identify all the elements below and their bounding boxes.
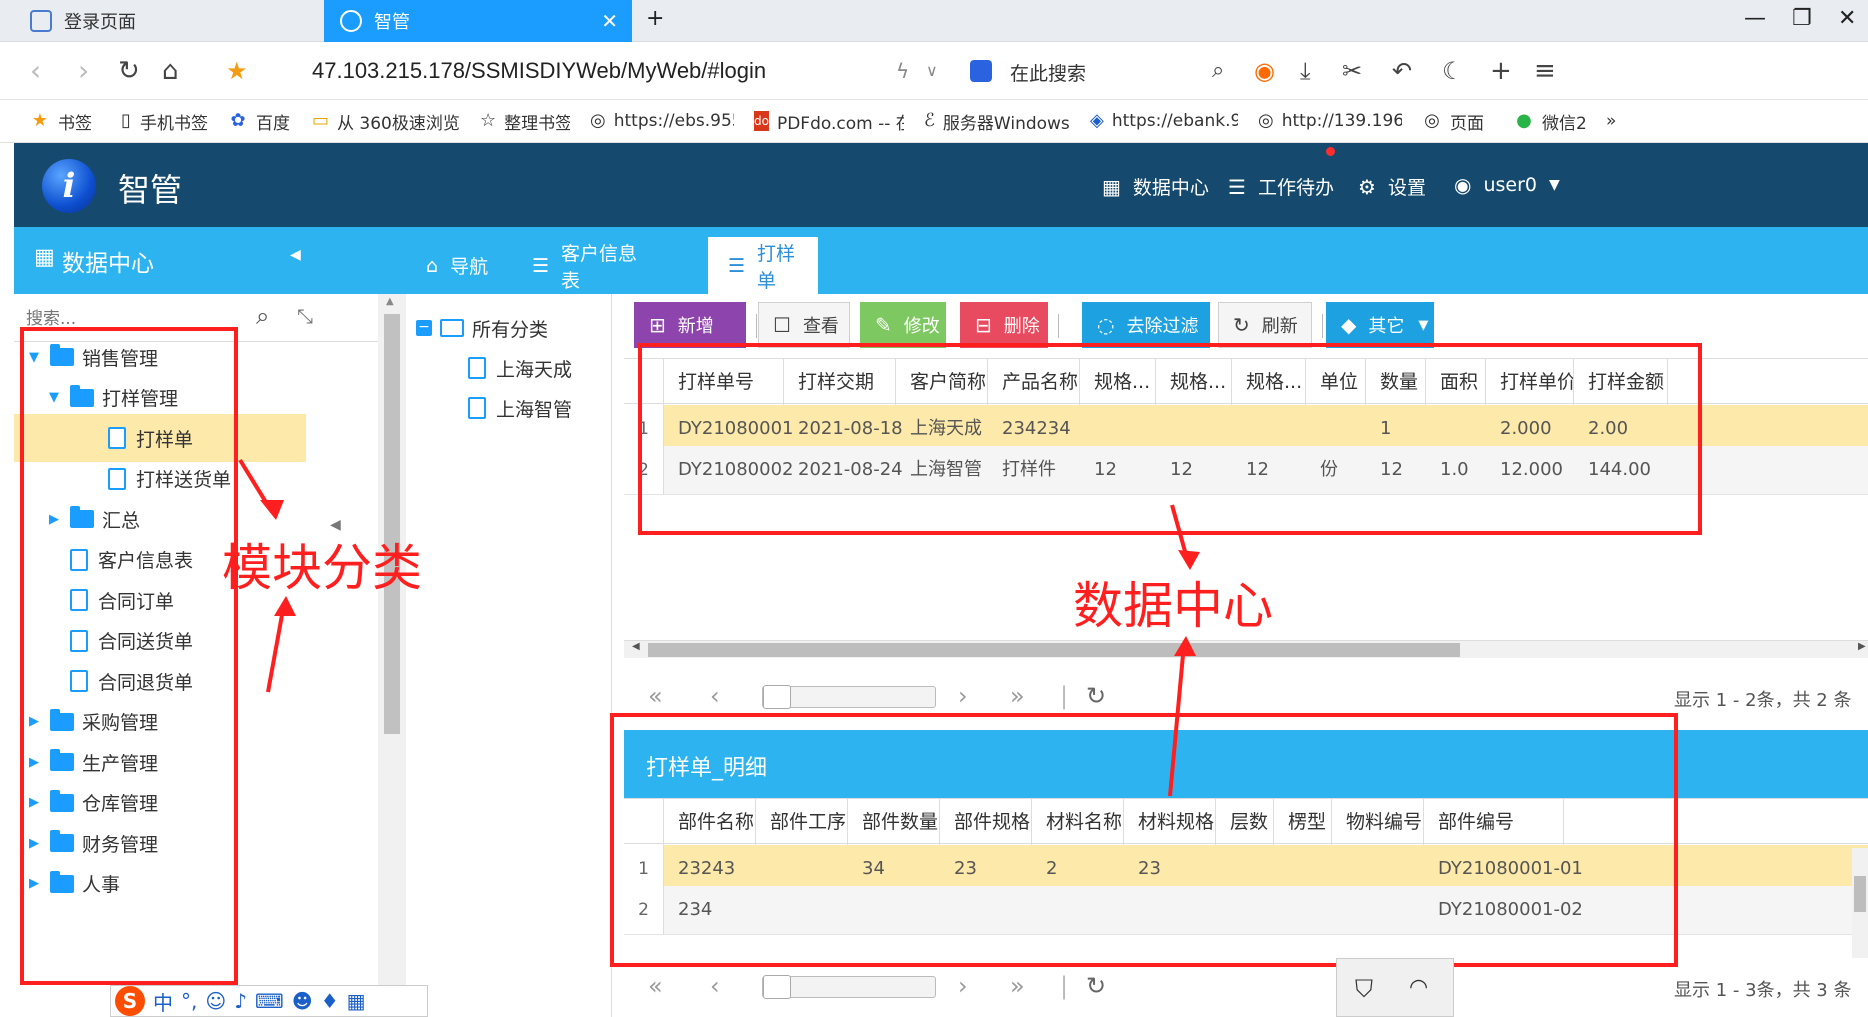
shirt-icon[interactable]: ♦ (321, 989, 339, 1013)
shield-icon[interactable]: ⛉ (1355, 975, 1373, 1003)
wifi-icon[interactable]: ◠ (1409, 975, 1428, 1000)
arrowhead (260, 500, 284, 520)
emoji-icon[interactable]: ☺ (205, 989, 226, 1013)
system-tray-popup: ⛉ ◠ (1336, 958, 1454, 1017)
arrow-up (266, 603, 286, 693)
arrowhead (1178, 550, 1200, 570)
sogou-logo-icon[interactable]: S (115, 986, 145, 1016)
arrow-to-detail (1168, 643, 1186, 797)
annotation-arrows (238, 458, 1200, 797)
apps-icon[interactable]: ▦ (347, 989, 366, 1013)
punctuation-icon[interactable]: °, (181, 989, 197, 1013)
arrowhead (274, 596, 296, 616)
ime-toolbar: S 中 °, ☺ ♪ ⌨ ☻ ♦ ▦ (110, 985, 428, 1017)
microphone-icon[interactable]: ♪ (234, 989, 247, 1013)
ime-lang[interactable]: 中 (153, 987, 173, 1016)
user-icon[interactable]: ☻ (292, 989, 313, 1013)
arrowhead (1174, 636, 1196, 656)
keyboard-icon[interactable]: ⌨ (255, 989, 284, 1013)
